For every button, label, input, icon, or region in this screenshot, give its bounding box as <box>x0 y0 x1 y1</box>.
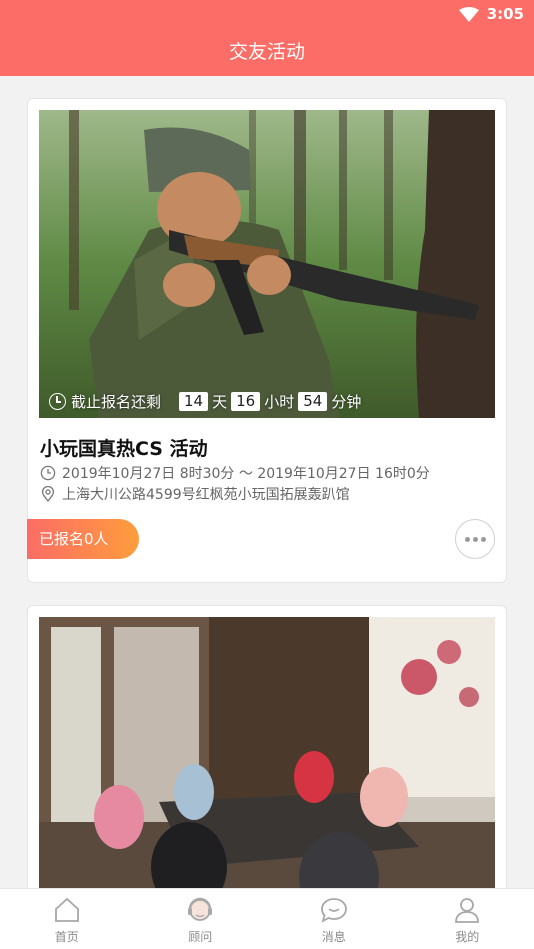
tab-label: 首页 <box>54 930 79 944</box>
advisor-icon <box>188 897 213 921</box>
tab-messages[interactable]: 消息 <box>267 889 401 949</box>
clock-icon <box>49 393 66 410</box>
countdown-days-unit: 天 <box>212 393 228 411</box>
activity-time: 2019年10月27日 8时30分 ～ 2019年10月27日 16时0分 <box>40 463 430 483</box>
countdown-minutes: 54 <box>298 392 328 411</box>
activity-feed[interactable]: 截止报名还剩 14 天 16 小时 54 分钟 小玩国真热CS 活动 2019年… <box>0 76 534 888</box>
home-icon <box>54 897 79 922</box>
activity-time-text: 2019年10月27日 8时30分 ～ 2019年10月27日 16时0分 <box>62 466 430 482</box>
more-dots-icon <box>464 536 470 542</box>
tab-profile[interactable]: 我的 <box>401 889 534 949</box>
signup-countdown: 截止报名还剩 14 天 16 小时 54 分钟 <box>49 391 361 412</box>
bottom-tab-bar: 首页 顾问 消息 我的 <box>0 888 534 949</box>
countdown-minutes-unit: 分钟 <box>331 393 362 411</box>
status-time: 3:05 <box>486 5 524 23</box>
more-options-button[interactable] <box>455 519 495 559</box>
page-title: 交友活动 <box>228 41 305 63</box>
countdown-hours: 16 <box>231 392 261 411</box>
status-bar: 3:05 <box>458 5 524 23</box>
signup-count-badge[interactable]: 已报名0人 <box>27 519 139 559</box>
app-header: 3:05 交友活动 <box>0 0 534 76</box>
tab-label: 消息 <box>321 930 346 944</box>
tab-label: 顾问 <box>188 930 213 944</box>
location-pin-icon <box>41 486 55 502</box>
activity-card[interactable]: 截止报名还剩 14 天 16 小时 54 分钟 小玩国真热CS 活动 2019年… <box>27 98 507 583</box>
activity-location-text: 上海大川公路4599号红枫苑小玩国拓展轰趴馆 <box>62 487 350 503</box>
profile-icon <box>455 898 480 923</box>
activity-photo[interactable]: 截止报名还剩 14 天 16 小时 54 分钟 <box>39 110 495 418</box>
tab-home[interactable]: 首页 <box>0 889 134 949</box>
activity-card[interactable] <box>27 605 507 888</box>
activity-title[interactable]: 小玩国真热CS 活动 <box>40 434 208 461</box>
message-icon <box>320 898 347 923</box>
activity-photo[interactable] <box>39 617 495 888</box>
countdown-hours-unit: 小时 <box>264 393 295 411</box>
clock-icon <box>40 465 56 481</box>
wifi-icon <box>458 6 479 22</box>
tab-label: 我的 <box>455 930 480 944</box>
countdown-days: 14 <box>179 392 209 411</box>
activity-location: 上海大川公路4599号红枫苑小玩国拓展轰趴馆 <box>40 484 350 504</box>
tab-advisor[interactable]: 顾问 <box>134 889 268 949</box>
countdown-label: 截止报名还剩 <box>71 393 162 411</box>
